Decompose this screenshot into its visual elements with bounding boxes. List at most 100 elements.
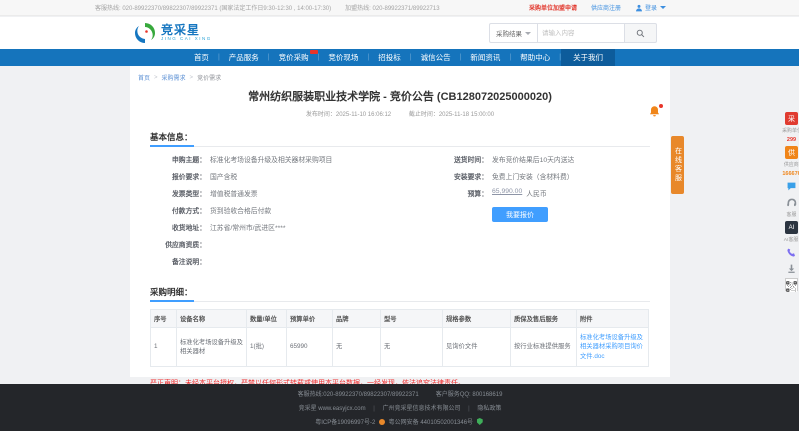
police-shield-icon bbox=[477, 418, 483, 425]
col-attachment: 附件 bbox=[577, 310, 649, 328]
field-subject: 申购主题：标准化考场设备升级及相关器材采购项目 bbox=[150, 154, 432, 171]
nav-item-integrity-notice[interactable]: 诚信公告 bbox=[412, 49, 460, 66]
basic-info-fields: 申购主题：标准化考场设备升级及相关器材采购项目 报价要求：国产含税 发票类型：增… bbox=[150, 154, 650, 273]
download-button[interactable] bbox=[785, 262, 798, 275]
supplier-count: 166676 bbox=[782, 171, 799, 177]
table-header-row: 序号 设备名称 数量/单位 预算单价 品牌 型号 规格参数 质保及售后服务 附件 bbox=[151, 310, 649, 328]
publish-time: 发布时间：2025-11-10 16:06:12 bbox=[306, 112, 391, 118]
col-unit-price: 预算单价 bbox=[287, 310, 333, 328]
nav-item-home[interactable]: 首页 bbox=[185, 49, 218, 66]
cell-model: 无 bbox=[381, 328, 443, 367]
user-icon bbox=[635, 4, 643, 12]
content-card: 首页 > 采购需求 > 竞价需求 常州纺织服装职业技术学院 - 竞价公告 (CB… bbox=[130, 66, 670, 377]
chat-consult-button[interactable] bbox=[785, 180, 798, 193]
notification-dot bbox=[659, 104, 663, 108]
nav-item-products[interactable]: 产品服务 bbox=[220, 49, 268, 66]
procurement-table: 序号 设备名称 数量/单位 预算单价 品牌 型号 规格参数 质保及售后服务 附件… bbox=[150, 309, 649, 367]
hot-badge bbox=[310, 50, 318, 54]
purchaser-tile-label: 采购单位 bbox=[782, 128, 799, 133]
search-input[interactable] bbox=[537, 23, 625, 43]
nav-item-bidding-live[interactable]: 竞价现场 bbox=[319, 49, 367, 66]
field-install-requirement: 安装要求：免费上门安装（含材料费） bbox=[432, 171, 650, 188]
field-remarks: 备注说明： bbox=[150, 256, 432, 273]
police-number: 粤公网安备 44010502001346号 bbox=[389, 420, 473, 426]
privacy-policy-link[interactable]: 隐私政策 bbox=[477, 406, 501, 412]
nav-item-about-us[interactable]: 关于我们 bbox=[561, 49, 615, 66]
supplier-tile[interactable]: 供 bbox=[785, 146, 798, 159]
cell-spec: 见询价文件 bbox=[443, 328, 511, 367]
ai-service-label: AI客服 bbox=[784, 237, 799, 242]
ai-service-button[interactable]: AI bbox=[785, 221, 798, 234]
breadcrumb-home[interactable]: 首页 bbox=[138, 73, 150, 82]
basic-info-title: 基本信息： bbox=[150, 131, 193, 146]
footer-company: 广州竞采星信息技术有限公司 bbox=[382, 406, 460, 412]
service-hotline: 客服热线: 020-89922370/89822307/89922371 (国家… bbox=[95, 3, 331, 12]
phone-icon bbox=[786, 247, 797, 258]
logo-text-cn: 竞采星 bbox=[161, 24, 212, 36]
page-title: 常州纺织服装职业技术学院 - 竞价公告 (CB128072025000020) bbox=[136, 88, 664, 104]
site-header: 竞采星 JING CAI XING 采购结果 bbox=[0, 17, 799, 49]
notice-times: 发布时间：2025-11-10 16:06:12 截止时间：2025-11-18… bbox=[136, 109, 664, 118]
supplier-tile-label: 供应商 bbox=[784, 162, 799, 167]
cell-unit-price: 65990 bbox=[287, 328, 333, 367]
col-warranty: 质保及售后服务 bbox=[511, 310, 577, 328]
field-delivery-time: 送货时间：发布竞价结果后10天内送达 bbox=[432, 154, 650, 171]
chat-bubble-icon bbox=[786, 181, 797, 192]
search-button[interactable] bbox=[625, 23, 657, 43]
cell-device-name: 标准化考场设备升级及相关器材 bbox=[177, 328, 247, 367]
main-nav: 首页| 产品服务| 竞价采购| 竞价现场| 招投标| 诚信公告| 新闻资讯| 帮… bbox=[0, 49, 799, 66]
breadcrumb: 首页 > 采购需求 > 竞价需求 bbox=[138, 73, 664, 82]
cell-quantity: 1(批) bbox=[247, 328, 287, 367]
col-brand: 品牌 bbox=[333, 310, 381, 328]
search-category-value: 采购结果 bbox=[496, 28, 522, 38]
login-link[interactable]: 登录 bbox=[635, 3, 666, 12]
search-category-select[interactable]: 采购结果 bbox=[489, 23, 537, 43]
field-payment-method: 付款方式：货到验收合格后付款 bbox=[150, 205, 432, 222]
phone-contact-button[interactable] bbox=[785, 246, 798, 259]
field-supplier-qualification: 供应商资质： bbox=[150, 239, 432, 256]
icp-badge-icon bbox=[379, 419, 385, 425]
logo-text-en: JING CAI XING bbox=[161, 36, 212, 42]
col-model: 型号 bbox=[381, 310, 443, 328]
basic-info-section: 基本信息： bbox=[150, 127, 650, 147]
nav-item-help-center[interactable]: 帮助中心 bbox=[511, 49, 559, 66]
footer-icp-line: 粤ICP备19096997号-2 粤公网安备 44010502001346号 bbox=[130, 417, 670, 426]
search-bar: 采购结果 bbox=[489, 23, 657, 43]
login-label: 登录 bbox=[645, 3, 657, 12]
footer-company-line: 竞采星 www.easyjcx.com | 广州竞采星信息技术有限公司 | 隐私… bbox=[130, 403, 670, 412]
site-footer: 客服热线:020-89922370/89822307/89922371 客户服务… bbox=[0, 384, 799, 431]
footer-hotline: 客服热线:020-89922370/89822307/89922371 bbox=[298, 392, 419, 398]
purchaser-tile[interactable]: 采 bbox=[785, 112, 798, 125]
col-spec: 规格参数 bbox=[443, 310, 511, 328]
download-icon bbox=[786, 263, 797, 274]
breadcrumb-purchase-demand[interactable]: 采购需求 bbox=[162, 73, 186, 82]
cell-index: 1 bbox=[151, 328, 177, 367]
nav-item-tenders[interactable]: 招投标 bbox=[369, 49, 410, 66]
nav-item-bidding-purchase[interactable]: 竞价采购 bbox=[270, 49, 318, 66]
notification-bell[interactable] bbox=[648, 105, 662, 119]
chevron-down-icon bbox=[525, 32, 531, 35]
site-logo[interactable]: 竞采星 JING CAI XING bbox=[133, 21, 212, 45]
table-row: 1 标准化考场设备升级及相关器材 1(批) 65990 无 无 见询价文件 按行… bbox=[151, 328, 649, 367]
icp-number: 粤ICP备19096997号-2 bbox=[315, 420, 375, 426]
cell-brand: 无 bbox=[333, 328, 381, 367]
bid-button[interactable]: 我要报价 bbox=[492, 207, 548, 222]
attachment-link[interactable]: 标准化考场设备升级及相关器材采购项目询价文件.doc bbox=[580, 334, 643, 360]
online-service-tab[interactable]: 在线客服 bbox=[671, 136, 684, 194]
join-hotline: 加盟热线: 020-89922371/89922713 bbox=[345, 3, 439, 12]
search-icon bbox=[636, 29, 645, 38]
field-budget: 预算：65,990.00人民币 bbox=[432, 188, 650, 205]
footer-brand-link[interactable]: 竞采星 www.easyjcx.com bbox=[299, 406, 366, 412]
purchaser-apply-link[interactable]: 采购单位加盟申请 bbox=[529, 3, 577, 12]
cell-warranty: 按行业标准提供服务 bbox=[511, 328, 577, 367]
nav-item-news[interactable]: 新闻资讯 bbox=[461, 49, 509, 66]
supplier-register-link[interactable]: 供应商注册 bbox=[591, 3, 621, 12]
customer-service-label: 客服 bbox=[787, 212, 797, 217]
chevron-down-icon bbox=[660, 6, 666, 9]
customer-service-button[interactable] bbox=[785, 196, 798, 209]
field-invoice-type: 发票类型：增值税普通发票 bbox=[150, 188, 432, 205]
qr-pattern-icon bbox=[786, 281, 797, 292]
nav-item-label: 竞价采购 bbox=[279, 52, 309, 63]
qr-code-mini[interactable] bbox=[785, 278, 798, 291]
purchaser-count: 299 bbox=[787, 137, 796, 143]
